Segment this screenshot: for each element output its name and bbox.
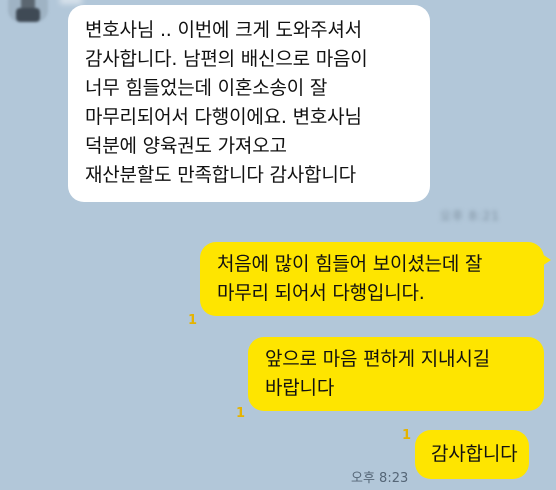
outgoing-message-bubble[interactable]: 앞으로 마음 편하게 지내시길 바랍니다 — [248, 337, 544, 411]
outgoing-message-bubble[interactable]: 처음에 많이 힘들어 보이셨는데 잘 마무리 되어서 다행입니다. — [200, 242, 551, 316]
unread-count: 1 — [188, 313, 198, 328]
message-line: 처음에 많이 힘들어 보이셨는데 잘 — [217, 253, 483, 275]
unread-count: 1 — [402, 428, 412, 443]
message-timestamp: 오후 8:23 — [351, 471, 409, 486]
message-line: 감사합니다 — [431, 443, 518, 465]
message-line: 앞으로 마음 편하게 지내시길 — [265, 348, 490, 370]
unread-count: 1 — [236, 406, 246, 421]
message-line: 덕분에 양육권도 가져오고 — [85, 135, 287, 157]
sender-avatar[interactable] — [8, 0, 48, 22]
blurred-name-fragment — [60, 0, 82, 4]
message-line: 감사합니다. 남편의 배신으로 마음이 — [85, 48, 368, 70]
message-line: 재산분할도 만족합니다 감사합니다 — [85, 164, 356, 186]
incoming-message-bubble[interactable]: 변호사님 .. 이번에 크게 도와주셔서 감사합니다. 남편의 배신으로 마음이… — [68, 5, 430, 202]
incoming-timestamp-blurred: 오후 8:21 — [440, 209, 500, 223]
message-line: 너무 힘들었는데 이혼소송이 잘 — [85, 77, 328, 99]
message-line: 마무리 되어서 다행입니다. — [217, 282, 425, 304]
avatar-body — [16, 8, 40, 22]
message-line: 마무리되어서 다행이에요. 변호사님 — [85, 106, 362, 128]
message-line: 바랍니다 — [265, 377, 335, 399]
outgoing-message-bubble[interactable]: 감사합니다 — [415, 430, 529, 479]
message-line: 변호사님 .. 이번에 크게 도와주셔서 — [85, 19, 362, 41]
